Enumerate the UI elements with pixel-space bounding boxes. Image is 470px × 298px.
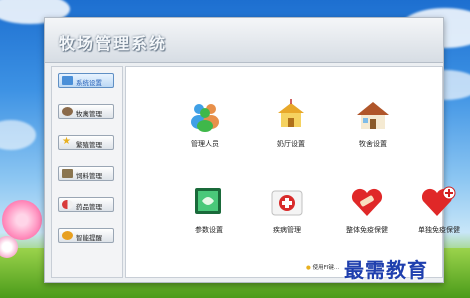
pill-icon bbox=[62, 200, 73, 209]
sidebar-item-label: 药品管理 bbox=[76, 203, 102, 211]
sidebar: 系统设置 牧禽管理 ★ 繁殖管理 饲料管理 药品管理 智能提醒 bbox=[51, 66, 123, 278]
tile-herd-immunization[interactable]: 整体免疫保健 bbox=[338, 185, 396, 243]
tile-individual-immunization[interactable]: 单独免疫保健 bbox=[410, 185, 468, 243]
tile-label: 参数设置 bbox=[195, 226, 223, 234]
tile-label: 整体免疫保健 bbox=[346, 226, 388, 234]
sidebar-item-label: 饲料管理 bbox=[76, 172, 102, 180]
light-bulb-icon: ● bbox=[306, 265, 311, 271]
sidebar-item-label: 牧禽管理 bbox=[76, 110, 102, 118]
tile-parameter-settings[interactable]: 参数设置 bbox=[180, 185, 238, 243]
tile-label: 牧舍设置 bbox=[359, 140, 387, 148]
sidebar-item-label: 系统设置 bbox=[76, 79, 102, 87]
alert-icon bbox=[62, 231, 73, 240]
tile-label: 奶厅设置 bbox=[277, 140, 305, 148]
first-aid-icon bbox=[271, 190, 303, 216]
tile-staff-management[interactable]: 管理人员 bbox=[176, 99, 234, 157]
flower bbox=[2, 200, 42, 240]
heart-plus-icon bbox=[422, 186, 456, 216]
tile-label: 单独免疫保健 bbox=[418, 226, 460, 234]
person-icon bbox=[62, 107, 73, 116]
tile-label: 疾病管理 bbox=[273, 226, 301, 234]
sidebar-item-livestock[interactable]: 牧禽管理 bbox=[58, 104, 114, 119]
sidebar-item-medicine[interactable]: 药品管理 bbox=[58, 197, 114, 212]
title-bar: 牧场管理系统 bbox=[45, 18, 443, 63]
sidebar-item-label: 繁殖管理 bbox=[76, 141, 102, 149]
house-icon bbox=[357, 102, 389, 129]
sidebar-item-system-settings[interactable]: 系统设置 bbox=[58, 73, 114, 88]
hall-icon bbox=[278, 99, 304, 127]
cloud bbox=[0, 120, 36, 150]
users-icon bbox=[191, 104, 219, 132]
main-window: 牧场管理系统 系统设置 牧禽管理 ★ 繁殖管理 饲料管理 药品管理 智能提醒 管… bbox=[44, 17, 460, 283]
parameter-icon bbox=[195, 188, 221, 214]
sidebar-item-breeding[interactable]: ★ 繁殖管理 bbox=[58, 135, 114, 150]
box-icon bbox=[62, 169, 73, 178]
sidebar-item-feed[interactable]: 饲料管理 bbox=[58, 166, 114, 181]
tile-barn-settings[interactable]: 牧舍设置 bbox=[344, 99, 402, 157]
main-panel: 管理人员 奶厅设置 牧舍设置 参数设置 疾病管理 整体免疫保健 单独免疫保健 ●… bbox=[125, 66, 460, 278]
app-title: 牧场管理系统 bbox=[59, 34, 168, 53]
monitor-icon bbox=[62, 76, 73, 85]
tile-milking-hall[interactable]: 奶厅设置 bbox=[262, 99, 320, 157]
tile-disease-management[interactable]: 疾病管理 bbox=[258, 185, 316, 243]
help-hint-text: 使用FI键... bbox=[312, 265, 340, 271]
tile-label: 管理人员 bbox=[191, 140, 219, 148]
heart-bandage-icon bbox=[351, 188, 383, 216]
watermark: 最需教育 bbox=[344, 258, 428, 282]
sidebar-item-label: 智能提醒 bbox=[76, 234, 102, 242]
sidebar-item-reminder[interactable]: 智能提醒 bbox=[58, 228, 114, 243]
help-hint: ● 使用FI键... bbox=[306, 263, 339, 271]
star-icon: ★ bbox=[62, 136, 71, 147]
